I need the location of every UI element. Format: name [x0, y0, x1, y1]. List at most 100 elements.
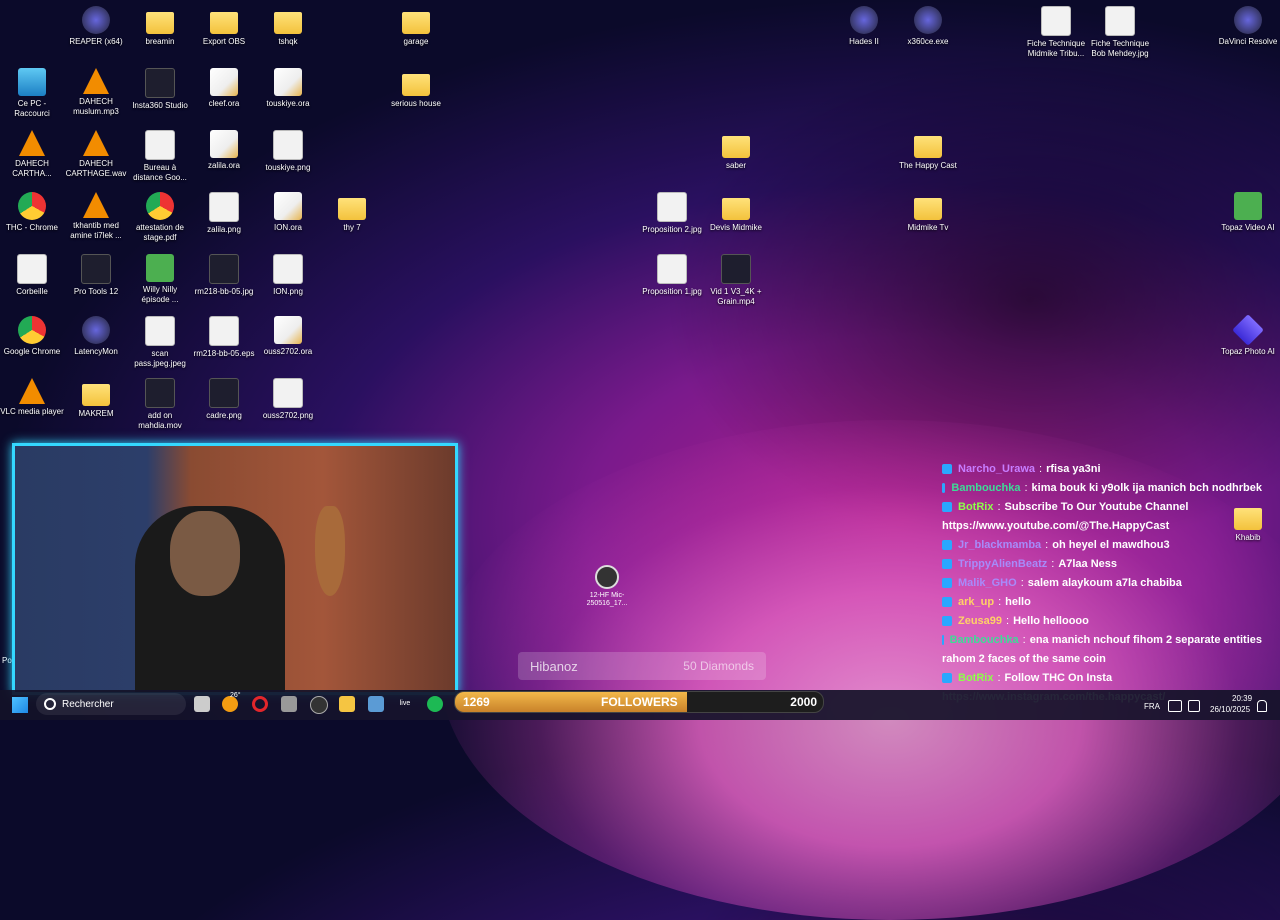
desktop-icon[interactable]: tshqk [256, 6, 320, 47]
chat-separator: : [1045, 539, 1049, 551]
desktop-icon[interactable]: ouss2702.ora [256, 316, 320, 357]
desktop-icon[interactable]: thy 7 [320, 192, 384, 233]
desktop-icon[interactable]: Topaz Video AI [1216, 192, 1280, 233]
wifi-icon[interactable] [1168, 700, 1182, 712]
clock-date[interactable]: 26/10/2025 [1210, 705, 1250, 714]
spotify-icon[interactable] [427, 696, 443, 712]
clock-time[interactable]: 20:39 [1232, 694, 1252, 703]
desktop-icon[interactable]: Devis Midmike [704, 192, 768, 233]
desktop-icon[interactable]: MAKREM [64, 378, 128, 419]
desktop-icon[interactable]: THC - Chrome [0, 192, 64, 233]
desktop-icon[interactable]: DAHECH CARTHA... [0, 130, 64, 179]
chrome-icon [146, 192, 174, 220]
taskbar-search[interactable]: Rechercher [36, 693, 186, 715]
desktop-icon[interactable]: Hades II [832, 6, 896, 47]
desktop-icon[interactable]: Corbeille [0, 254, 64, 297]
desktop-icon[interactable]: Fiche Technique Bob Mehdey.jpg [1088, 6, 1152, 59]
vlc-icon [83, 130, 109, 156]
desktop-icon-label: thy 7 [343, 223, 361, 232]
chat-text: Follow THC On Insta [1004, 672, 1113, 684]
chrome-icon [18, 316, 46, 344]
desktop-icon-label: Fiche Technique Midmike Tribu... [1026, 39, 1086, 58]
chat-separator: : [1039, 463, 1043, 475]
desktop-icon[interactable]: attestation de stage.pdf [128, 192, 192, 243]
desktop-icon-label: DAHECH muslum.mp3 [73, 97, 119, 116]
png-icon [17, 254, 47, 284]
folder-app-icon[interactable] [281, 696, 297, 712]
desktop-icon[interactable]: garage [384, 6, 448, 47]
desktop-icon[interactable]: The Happy Cast [896, 130, 960, 171]
desktop-icon[interactable]: serious house [384, 68, 448, 109]
desktop-icon[interactable]: DAHECH muslum.mp3 [64, 68, 128, 117]
chat-badge-icon [942, 502, 952, 512]
desktop-icon[interactable]: Bureau à distance Goo... [128, 130, 192, 183]
language-indicator[interactable]: FRA [1144, 702, 1160, 711]
desktop-icon[interactable]: cleef.ora [192, 68, 256, 109]
desktop-icon[interactable]: Google Chrome [0, 316, 64, 357]
ora-icon [274, 316, 302, 344]
desktop-icon[interactable]: Proposition 2.jpg [640, 192, 704, 235]
desktop-icon[interactable]: Ce PC - Raccourci [0, 68, 64, 119]
task-view-icon[interactable] [194, 696, 210, 712]
desktop-icon[interactable]: x360ce.exe [896, 6, 960, 47]
desktop-icon[interactable]: Fiche Technique Midmike Tribu... [1024, 6, 1088, 59]
chat-message: Bambouchka: ena manich nchouf fihom 2 sep… [942, 631, 1262, 650]
desktop-icon[interactable]: zalila.ora [192, 130, 256, 171]
desktop-icon[interactable]: rm218-bb-05.jpg [192, 254, 256, 297]
desktop-icon[interactable]: Pro Tools 12 [64, 254, 128, 297]
desktop-icon[interactable]: cadre.png [192, 378, 256, 421]
desktop-icon[interactable]: Willy Nilly épisode ... [128, 254, 192, 305]
desktop-icon[interactable]: ouss2702.png [256, 378, 320, 421]
desktop-icon-label: Topaz Video AI [1221, 223, 1275, 232]
weather-temp: 26° [230, 692, 241, 699]
desktop-icon[interactable]: add on mahdia.mov [128, 378, 192, 431]
desktop-icon-label: Devis Midmike [709, 223, 762, 232]
desktop-icon[interactable]: Topaz Photo AI [1216, 314, 1280, 357]
desktop-icon[interactable]: LatencyMon [64, 316, 128, 357]
desktop-icon[interactable]: ION.png [256, 254, 320, 297]
desktop-icon[interactable]: scan pass.jpeg.jpeg [128, 316, 192, 369]
chat-message: Zeusa99: Hello helloooo [942, 612, 1262, 631]
desktop-icon-label: DAHECH CARTHA... [12, 159, 52, 178]
chat-badge-icon [942, 483, 946, 493]
file-explorer-icon[interactable] [339, 696, 355, 712]
desktop-icon[interactable]: Proposition 1.jpg [640, 254, 704, 297]
desktop-icon[interactable]: rm218-bb-05.eps [192, 316, 256, 359]
windows-start-icon[interactable] [12, 697, 28, 713]
opera-icon[interactable] [252, 696, 268, 712]
photo-app-icon[interactable] [368, 696, 384, 712]
desktop-icon[interactable]: breamin [128, 6, 192, 47]
pc-icon [18, 68, 46, 96]
chat-message: BotRix: Follow THC On Insta [942, 669, 1262, 688]
desktop-icon[interactable]: Midmike Tv [896, 192, 960, 233]
live-app-icon[interactable]: live [397, 696, 413, 712]
desktop-icon-label: Midmike Tv [907, 223, 949, 232]
desktop-icon[interactable]: tkhantib med amine ti7lek ... [64, 192, 128, 241]
notification-bell-icon[interactable] [1257, 700, 1267, 712]
desktop-icon[interactable]: touskiye.ora [256, 68, 320, 109]
desktop-icon[interactable]: touskiye.png [256, 130, 320, 173]
desktop-icon[interactable]: zalila.png [192, 192, 256, 235]
chat-message: rahom 2 faces of the same coin [942, 650, 1262, 669]
desktop-icon[interactable]: DAHECH CARTHAGE.wav [64, 130, 128, 179]
obs-icon[interactable] [310, 696, 328, 714]
desktop-icon-label: THC - Chrome [5, 223, 58, 232]
desktop-icon[interactable]: Insta360 Studio [128, 68, 192, 111]
folder-icon [402, 74, 430, 96]
desktop-icon[interactable]: Export OBS [192, 6, 256, 47]
desktop-icon[interactable]: REAPER (x64) [64, 6, 128, 47]
vlc-icon [83, 68, 109, 94]
desktop-icon-label: Topaz Photo AI [1221, 347, 1275, 356]
desktop-icon[interactable]: Vid 1 V3_4K + Grain.mp4 [704, 254, 768, 307]
desktop-icon[interactable]: VLC media player [0, 378, 64, 417]
desktop-icon-label: cadre.png [206, 411, 242, 420]
chat-badge-icon [942, 559, 952, 569]
desktop-icon-label: attestation de stage.pdf [135, 223, 185, 242]
desktop-icon-mic-file[interactable]: 12-HF Mic-250516_17... [575, 565, 639, 608]
desktop-icon[interactable]: DaVinci Resolve [1216, 6, 1280, 47]
desktop-icon[interactable]: ION.ora [256, 192, 320, 233]
volume-icon[interactable] [1188, 700, 1200, 712]
desktop-icon[interactable]: saber [704, 130, 768, 171]
desktop-icon-label: saber [725, 161, 746, 170]
desktop-icon-label: VLC media player [0, 407, 64, 416]
